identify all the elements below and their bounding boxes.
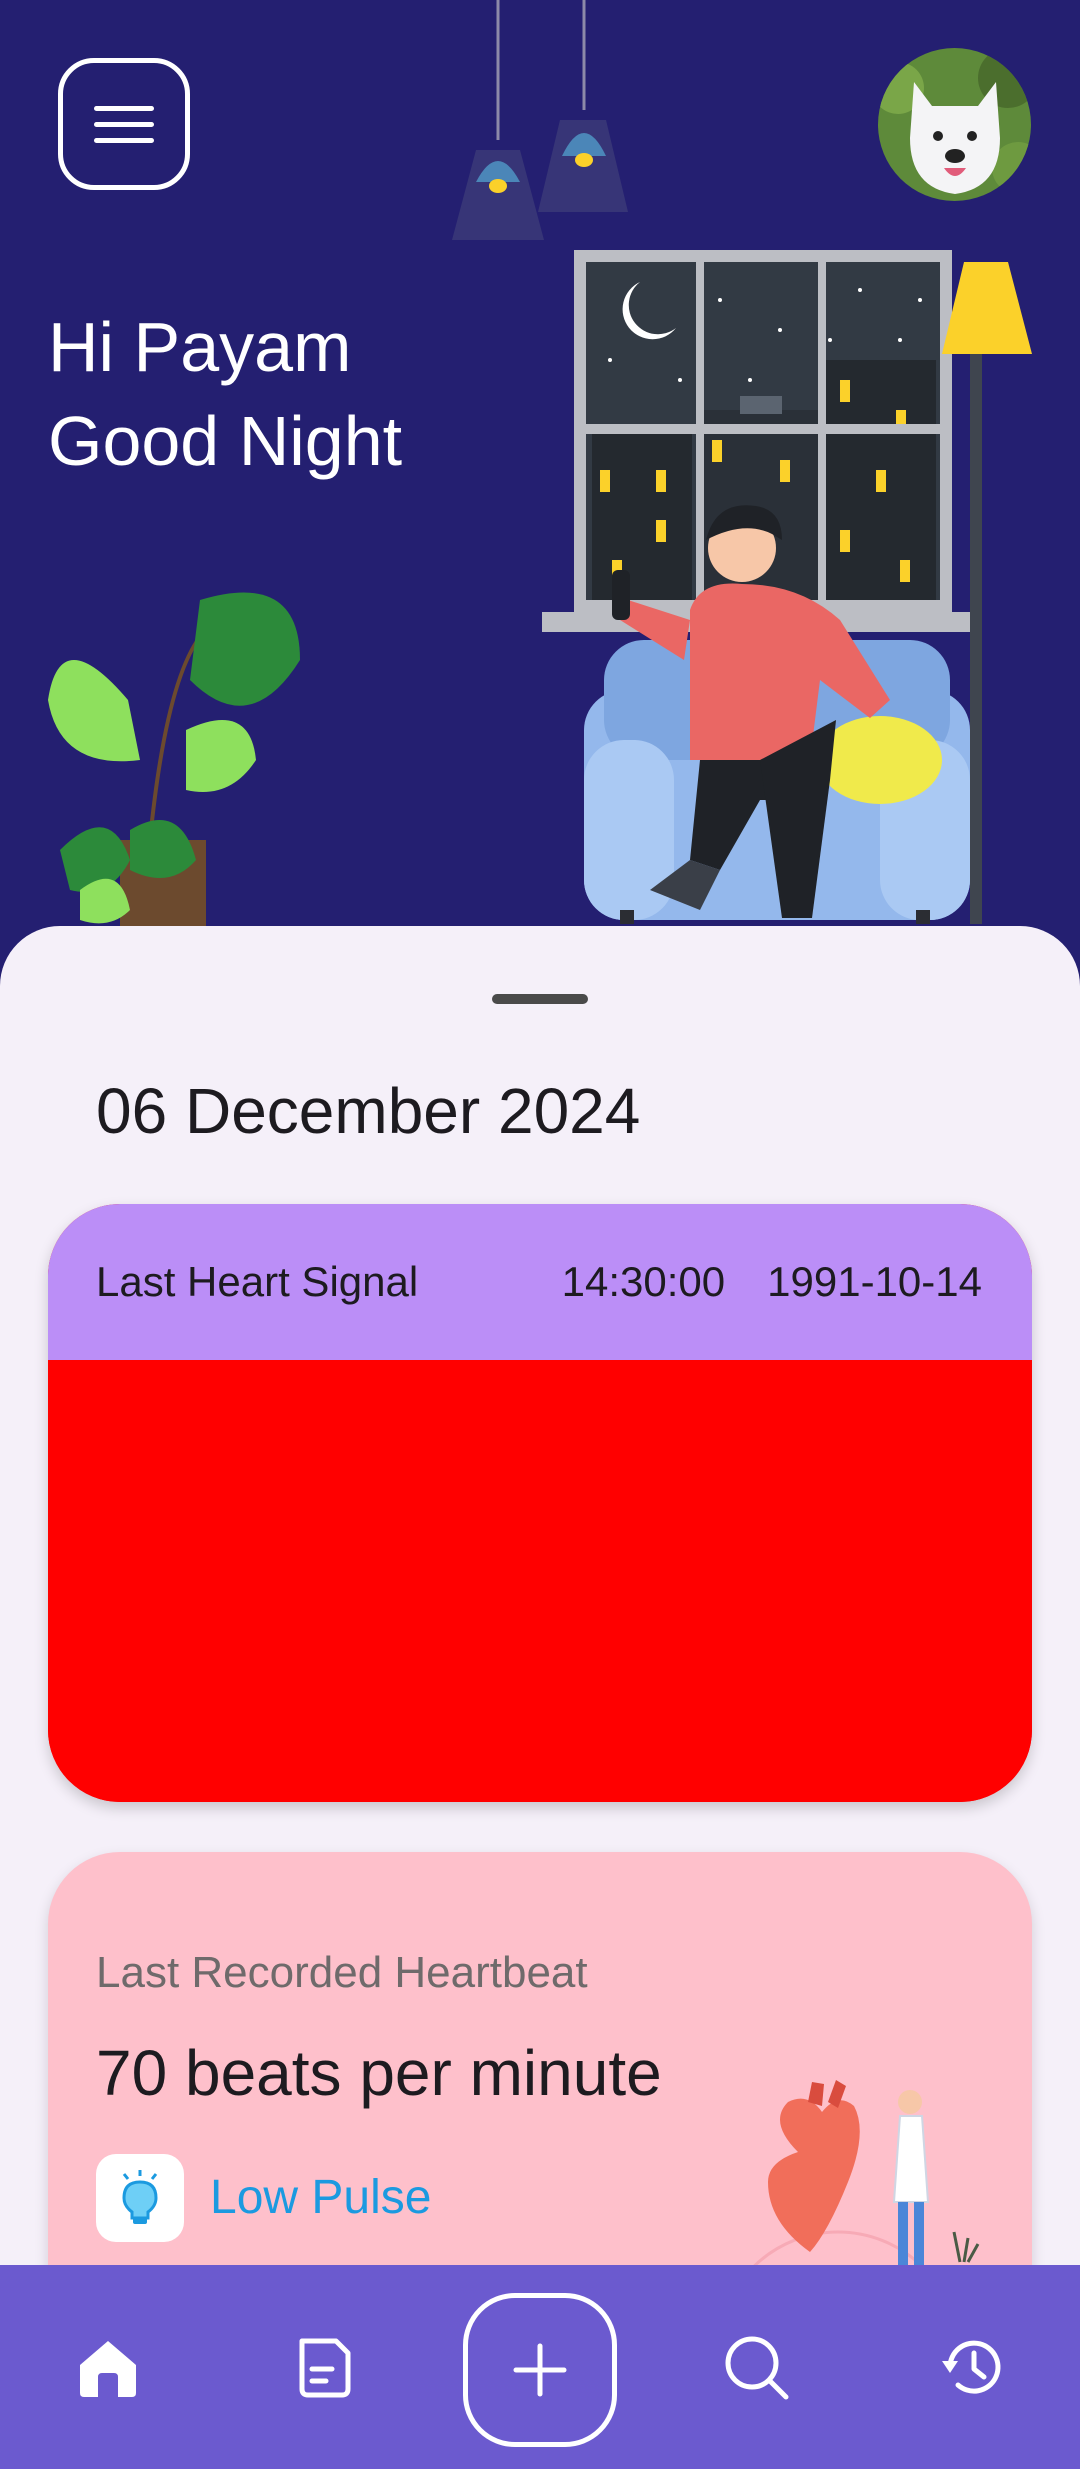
heart-signal-title: Last Heart Signal — [96, 1258, 419, 1305]
greeting-time-of-day: Good Night — [48, 402, 403, 480]
nav-search[interactable] — [696, 2265, 816, 2469]
hamburger-menu-icon[interactable] — [58, 58, 190, 190]
history-icon — [942, 2340, 1001, 2394]
search-icon — [725, 2336, 789, 2400]
sheet-drag-handle[interactable] — [492, 994, 588, 1004]
bottom-sheet: 06 December 2024 Last Heart Signal 14:30… — [0, 926, 1080, 2469]
avatar[interactable] — [878, 48, 1031, 201]
heart-signal-date: 1991-10-14 — [767, 1258, 982, 1305]
heart-signal-time: 14:30:00 — [561, 1258, 726, 1305]
header: Hi Payam Good Night — [0, 0, 1080, 960]
greeting: Hi Payam Good Night — [48, 300, 402, 488]
nav-history[interactable] — [912, 2265, 1032, 2469]
bottom-navigation — [0, 2265, 1080, 2469]
pulse-status: Low Pulse — [210, 2171, 432, 2224]
current-date: 06 December 2024 — [96, 1075, 641, 1147]
heartbeat-label: Last Recorded Heartbeat — [96, 1948, 588, 1997]
heart-signal-card[interactable]: Last Heart Signal 14:30:00 1991-10-14 — [48, 1204, 1032, 1802]
nav-documents[interactable] — [264, 2265, 384, 2469]
heart-signal-header: Last Heart Signal 14:30:00 1991-10-14 — [48, 1204, 1032, 1360]
add-icon — [513, 2343, 567, 2397]
lightbulb-icon — [96, 2154, 184, 2242]
greeting-name: Hi Payam — [48, 308, 352, 386]
document-icon — [299, 2338, 351, 2398]
add-button[interactable] — [463, 2293, 617, 2447]
home-icon — [80, 2341, 136, 2397]
heartbeat-value: 70 beats per minute — [96, 2037, 662, 2109]
heart-signal-chart-area — [48, 1360, 1032, 1802]
nav-home[interactable] — [48, 2265, 168, 2469]
